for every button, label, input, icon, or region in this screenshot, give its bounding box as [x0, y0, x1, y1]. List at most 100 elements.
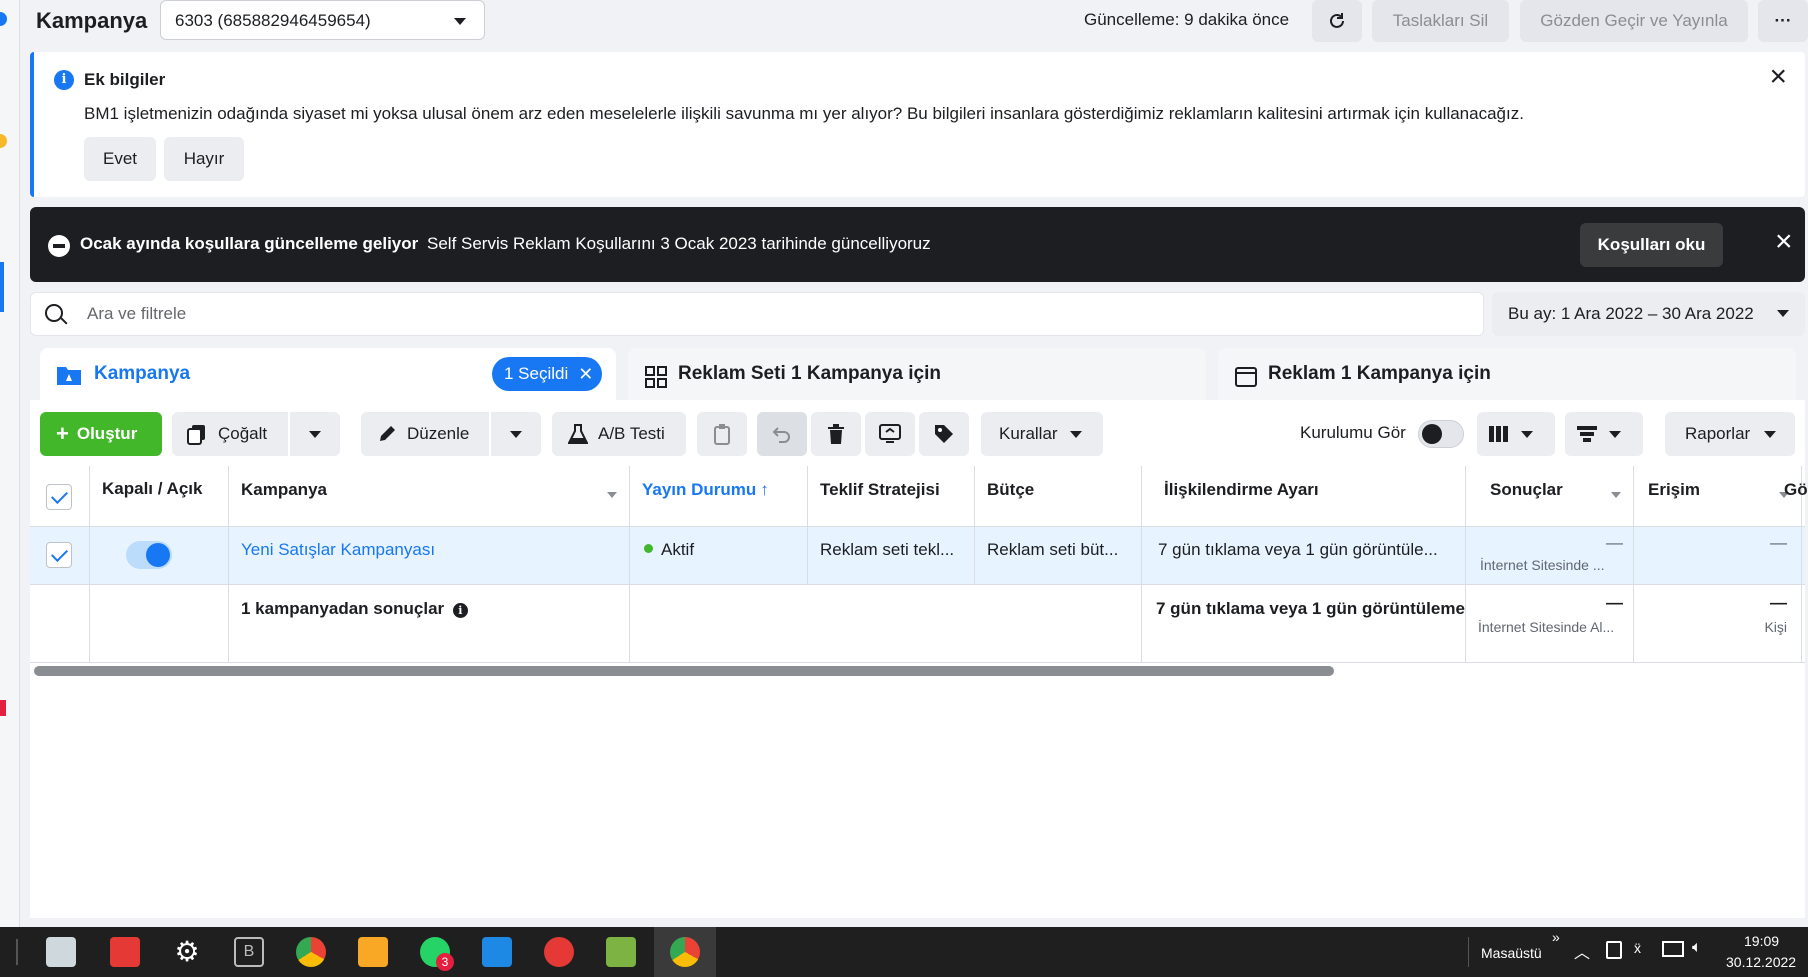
column-header-label: Yayın Durumu	[642, 480, 757, 499]
edit-label: Düzenle	[407, 424, 470, 443]
clock-date[interactable]: 30.12.2022	[1726, 954, 1796, 970]
anydesk-icon[interactable]	[110, 937, 140, 967]
info-icon[interactable]: i	[452, 603, 468, 618]
undo-button[interactable]	[757, 412, 807, 456]
duplicate-button[interactable]: Çoğalt	[172, 412, 288, 456]
update-status: Güncelleme: 9 dakika önce	[1084, 10, 1290, 29]
view-setup-toggle[interactable]	[1418, 420, 1464, 448]
taskbar-divider	[1468, 937, 1469, 967]
whatsapp-icon[interactable]: 3	[420, 937, 454, 971]
delete-button[interactable]	[811, 412, 861, 456]
columns-icon	[1489, 426, 1508, 442]
chevron-down-icon	[1069, 430, 1082, 438]
keyboard-icon[interactable]: ẍ	[1634, 940, 1641, 956]
file-explorer-icon[interactable]	[46, 937, 76, 967]
minus-circle-icon	[48, 235, 70, 257]
row-toggle-cell	[90, 527, 229, 585]
column-header-attribution[interactable]: İlişkilendirme Ayarı	[1142, 466, 1466, 527]
duplicate-icon	[187, 425, 205, 445]
review-publish-button[interactable]: Gözden Geçir ve Yayınla	[1520, 0, 1748, 42]
summary-results-subtitle: İnternet Sitesinde Al...	[1478, 619, 1615, 635]
taskbar-divider	[16, 939, 18, 965]
gear-icon[interactable]: ⚙	[172, 937, 202, 967]
chevron-down-icon	[510, 430, 522, 438]
column-header-results[interactable]: Sonuçlar	[1466, 466, 1634, 527]
chevron-down-icon	[309, 430, 321, 438]
duplicate-dropdown[interactable]	[290, 412, 340, 456]
chevron-down-icon	[607, 492, 617, 498]
close-icon[interactable]: ×	[1775, 227, 1793, 257]
chrome-icon[interactable]	[296, 937, 326, 967]
selected-count-pill[interactable]: 1 Seçildi ✕	[492, 357, 602, 391]
reports-button[interactable]: Raporlar	[1665, 412, 1795, 456]
media-player-icon[interactable]	[482, 937, 512, 967]
row-checkbox-cell[interactable]	[30, 527, 90, 585]
folder-icon[interactable]	[358, 937, 388, 967]
column-header-campaign[interactable]: Kampanya	[229, 466, 630, 527]
tag-button[interactable]	[919, 412, 969, 456]
create-label: Oluştur	[76, 424, 138, 443]
toggle-knob	[146, 543, 170, 567]
create-button[interactable]: + Oluştur	[40, 412, 162, 456]
more-options-button[interactable]: ···	[1758, 0, 1808, 42]
rules-label: Kurallar	[999, 424, 1058, 443]
clock-time[interactable]: 19:09	[1744, 933, 1779, 949]
column-header-onoff[interactable]: Kapalı / Açık	[90, 466, 229, 527]
rules-button[interactable]: Kurallar	[981, 412, 1103, 456]
delete-drafts-button[interactable]: Taslakları Sil	[1372, 0, 1509, 42]
campaign-toggle[interactable]	[126, 541, 172, 569]
select-all-checkbox[interactable]	[30, 466, 90, 527]
tag-icon	[935, 425, 953, 443]
red-app-icon[interactable]	[544, 937, 574, 967]
chevron-up-icon[interactable]: ︿	[1574, 939, 1590, 963]
ab-test-button[interactable]: A/B Testi	[552, 412, 686, 456]
column-header-reach[interactable]: Erişim	[1634, 466, 1802, 527]
summary-reach-subtitle: Kişi	[1764, 619, 1787, 635]
chevron-right-icon[interactable]: »	[1552, 929, 1560, 945]
tab-ad[interactable]: Reklam 1 Kampanya için	[1218, 348, 1796, 400]
active-task-highlight	[654, 927, 716, 977]
green-app-icon[interactable]	[606, 937, 636, 967]
column-header-impressions-label: Gö	[1784, 480, 1808, 499]
duplicate-label: Çoğalt	[218, 424, 268, 443]
date-range-value: Bu ay: 1 Ara 2022 – 30 Ara 2022	[1508, 304, 1754, 323]
summary-results-value: —	[1606, 593, 1623, 612]
date-range-select[interactable]: Bu ay: 1 Ara 2022 – 30 Ara 2022	[1492, 292, 1805, 336]
close-icon[interactable]: ×	[1769, 62, 1787, 92]
clipboard-button[interactable]	[697, 412, 747, 456]
battery-icon[interactable]	[1606, 941, 1622, 959]
refresh-button[interactable]	[1312, 0, 1362, 42]
yes-button[interactable]: Evet	[84, 137, 156, 181]
checkbox[interactable]	[46, 484, 72, 510]
columns-button[interactable]	[1477, 412, 1555, 456]
column-header-delivery[interactable]: Yayın Durumu ↑	[630, 466, 808, 527]
summary-label-cell: 1 kampanyadan sonuçlar i	[229, 585, 630, 663]
campaign-name-link[interactable]: Yeni Satışlar Kampanyası	[229, 527, 630, 585]
monitor-icon[interactable]	[1662, 941, 1684, 957]
horizontal-scrollbar[interactable]	[34, 666, 1334, 676]
status-dot	[644, 544, 653, 553]
desktop-label[interactable]: Masaüstü	[1481, 945, 1542, 961]
close-icon[interactable]: ✕	[578, 364, 593, 385]
tab-campaign[interactable]: Kampanya 1 Seçildi ✕	[40, 348, 616, 400]
tab-ad-set[interactable]: Reklam Seti 1 Kampanya için	[628, 348, 1206, 400]
edit-button[interactable]: Düzenle	[361, 412, 489, 456]
column-header-bid-strategy[interactable]: Teklif Stratejisi	[808, 466, 975, 527]
bracket-app-icon[interactable]: B	[234, 937, 264, 967]
column-header-budget[interactable]: Bütçe	[975, 466, 1142, 527]
edit-dropdown[interactable]	[491, 412, 541, 456]
nav-alert-marker	[0, 700, 6, 716]
campaign-select[interactable]: 6303 (685882946459654)	[160, 0, 485, 40]
checkbox[interactable]	[46, 542, 72, 568]
read-terms-button[interactable]: Koşulları oku	[1580, 223, 1723, 267]
speaker-icon[interactable]: 🔈︎	[1692, 939, 1702, 957]
nav-dot-icon[interactable]	[0, 12, 7, 26]
chrome-icon[interactable]	[670, 937, 700, 967]
column-header-label: Erişim	[1648, 480, 1700, 499]
search-icon	[45, 304, 63, 322]
preview-button[interactable]	[865, 412, 915, 456]
nav-dot-icon[interactable]	[0, 134, 7, 148]
breakdown-button[interactable]	[1565, 412, 1643, 456]
no-button[interactable]: Hayır	[164, 137, 244, 181]
search-input[interactable]	[87, 293, 1467, 335]
